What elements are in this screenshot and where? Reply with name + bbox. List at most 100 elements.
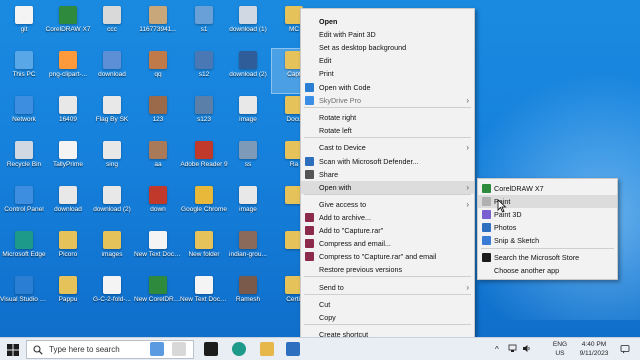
context-menu-item[interactable]: Print xyxy=(301,67,474,80)
windows-start-icon[interactable] xyxy=(7,344,19,356)
desktop-icon-label: Visual Studio Code xyxy=(0,296,48,303)
desktop-icon[interactable]: ss xyxy=(226,139,270,183)
desktop-icon[interactable]: download (2) xyxy=(226,49,270,93)
desktop-icon[interactable]: Ramesh xyxy=(226,274,270,318)
desktop-icon-label: New CorelDRAW... xyxy=(134,296,182,303)
desktop-icon[interactable]: 16409 xyxy=(46,94,90,138)
desktop-icon[interactable]: Adobe Reader 9 xyxy=(180,139,228,183)
open-with-item[interactable]: CorelDRAW X7 xyxy=(478,182,617,195)
desktop-icon[interactable]: images xyxy=(90,229,134,273)
desktop-icon[interactable]: png-clipart-... xyxy=(46,49,90,93)
desktop-icon[interactable]: New Text Document xyxy=(134,229,182,273)
desktop-icon-label: Microsoft Edge xyxy=(2,251,46,258)
context-menu-item[interactable]: Rotate left xyxy=(301,124,474,137)
desktop-icon[interactable]: indian-grou... xyxy=(226,229,270,273)
desktop-icon-image xyxy=(15,51,33,69)
context-menu-item-label: Cut xyxy=(319,300,331,309)
file-explorer-icon[interactable] xyxy=(260,342,274,356)
open-with-item[interactable]: Snip & Sketch xyxy=(478,234,617,247)
network-icon[interactable] xyxy=(508,344,517,356)
context-menu-item-label: Compress and email... xyxy=(319,239,391,248)
desktop-icon[interactable]: Google Chrome xyxy=(181,184,227,228)
language-indicator[interactable]: ENG US xyxy=(550,340,570,358)
desktop-icon[interactable]: ccc xyxy=(90,4,134,48)
desktop-icon-image xyxy=(59,6,77,24)
menu-separator xyxy=(304,276,471,277)
open-with-item[interactable]: Search the Microsoft Store xyxy=(478,251,617,264)
desktop-icon[interactable]: Control Panel xyxy=(2,184,46,228)
cortana-icon[interactable] xyxy=(150,342,164,356)
desktop-icon[interactable]: download xyxy=(46,184,90,228)
context-menu-item[interactable]: Compress and email... xyxy=(301,237,474,250)
desktop-icon[interactable]: CorelDRAW X7 xyxy=(46,4,90,48)
desktop-icon[interactable]: Microsoft Edge xyxy=(2,229,46,273)
task-view-icon[interactable] xyxy=(172,342,186,356)
context-menu-item[interactable]: Give access to › xyxy=(301,198,474,211)
widgets-icon[interactable] xyxy=(204,342,218,356)
context-menu-item[interactable]: SkyDrive Pro › xyxy=(301,94,474,107)
taskbar-search-input[interactable]: Type here to search xyxy=(26,340,194,359)
desktop-icon[interactable]: Visual Studio Code xyxy=(0,274,48,318)
context-menu-item[interactable]: Restore previous versions xyxy=(301,263,474,276)
desktop-icon[interactable]: Flag By SK xyxy=(90,94,134,138)
skydrive-icon xyxy=(305,96,314,105)
desktop-icon[interactable]: aa xyxy=(136,139,180,183)
context-menu-item[interactable]: Share xyxy=(301,168,474,181)
context-menu-item[interactable]: Add to "Capture.rar" xyxy=(301,224,474,237)
desktop-icon[interactable]: New CorelDRAW... xyxy=(134,274,182,318)
desktop-icon[interactable]: qq xyxy=(136,49,180,93)
desktop-icon[interactable]: down xyxy=(136,184,180,228)
desktop-icon[interactable]: Recycle Bin xyxy=(2,139,46,183)
store-icon[interactable] xyxy=(286,342,300,356)
clock[interactable]: 4:40 PM 9/11/2023 xyxy=(574,340,614,358)
volume-icon[interactable] xyxy=(522,344,531,356)
desktop-icon[interactable]: 123 xyxy=(136,94,180,138)
context-menu-item[interactable]: Edit with Paint 3D xyxy=(301,28,474,41)
desktop-icon[interactable]: Network xyxy=(2,94,46,138)
desktop-icon-image xyxy=(15,141,33,159)
context-menu-item[interactable]: Edit xyxy=(301,54,474,67)
desktop-icon-label: Network xyxy=(12,116,36,123)
context-menu-item[interactable]: Scan with Microsoft Defender... xyxy=(301,155,474,168)
context-menu-item-label: Scan with Microsoft Defender... xyxy=(319,157,419,166)
open-with-item[interactable]: Choose another app xyxy=(478,264,617,277)
menu-separator xyxy=(304,294,471,295)
desktop-icon[interactable]: TallyPrime xyxy=(46,139,90,183)
context-menu-item[interactable]: Set as desktop background xyxy=(301,41,474,54)
edge-icon[interactable] xyxy=(232,342,246,356)
open-with-item[interactable]: Photos xyxy=(478,221,617,234)
context-menu-item[interactable]: Send to › xyxy=(301,281,474,294)
desktop-icon[interactable]: s12 xyxy=(182,49,226,93)
desktop-icon[interactable]: download (2) xyxy=(90,184,134,228)
desktop-icon[interactable]: s123 xyxy=(182,94,226,138)
desktop-icon-label: sing xyxy=(106,161,118,168)
context-menu-item[interactable]: Open with › xyxy=(301,181,474,194)
desktop-icon[interactable]: git xyxy=(2,4,46,48)
desktop-icon[interactable]: download xyxy=(90,49,134,93)
desktop-icon[interactable]: download (1) xyxy=(226,4,270,48)
context-menu-item[interactable]: Rotate right xyxy=(301,111,474,124)
desktop-icon[interactable]: This PC xyxy=(2,49,46,93)
context-menu-item[interactable]: Add to archive... xyxy=(301,211,474,224)
desktop-icon[interactable]: s1 xyxy=(182,4,226,48)
desktop-icon[interactable]: Pappu xyxy=(46,274,90,318)
desktop-icon[interactable]: sing xyxy=(90,139,134,183)
menu-separator xyxy=(304,137,471,138)
desktop-icon[interactable]: 116773941... xyxy=(136,4,180,48)
open-with-submenu: CorelDRAW X7 Paint Paint 3D Photos Snip & Sk… xyxy=(477,178,618,280)
desktop-icon[interactable]: image xyxy=(226,94,270,138)
context-menu-item[interactable]: Copy xyxy=(301,311,474,324)
desktop-icon[interactable]: G-C-2-fold-... xyxy=(90,274,134,318)
notifications-icon[interactable] xyxy=(620,344,630,357)
context-menu-item[interactable]: Cut xyxy=(301,298,474,311)
context-menu-item[interactable]: Open xyxy=(301,15,474,28)
desktop-icon[interactable]: Picoro xyxy=(46,229,90,273)
tray-overflow-icon[interactable]: ^ xyxy=(495,345,499,354)
context-menu-item[interactable]: Open with Code xyxy=(301,81,474,94)
desktop-icon[interactable]: New folder xyxy=(182,229,226,273)
desktop-icon[interactable]: image xyxy=(226,184,270,228)
desktop-icon-label: New Text Document xyxy=(134,251,182,258)
context-menu-item[interactable]: Compress to "Capture.rar" and email xyxy=(301,250,474,263)
context-menu-item[interactable]: Cast to Device › xyxy=(301,141,474,154)
desktop-icon[interactable]: New Text Document (2) xyxy=(180,274,228,318)
